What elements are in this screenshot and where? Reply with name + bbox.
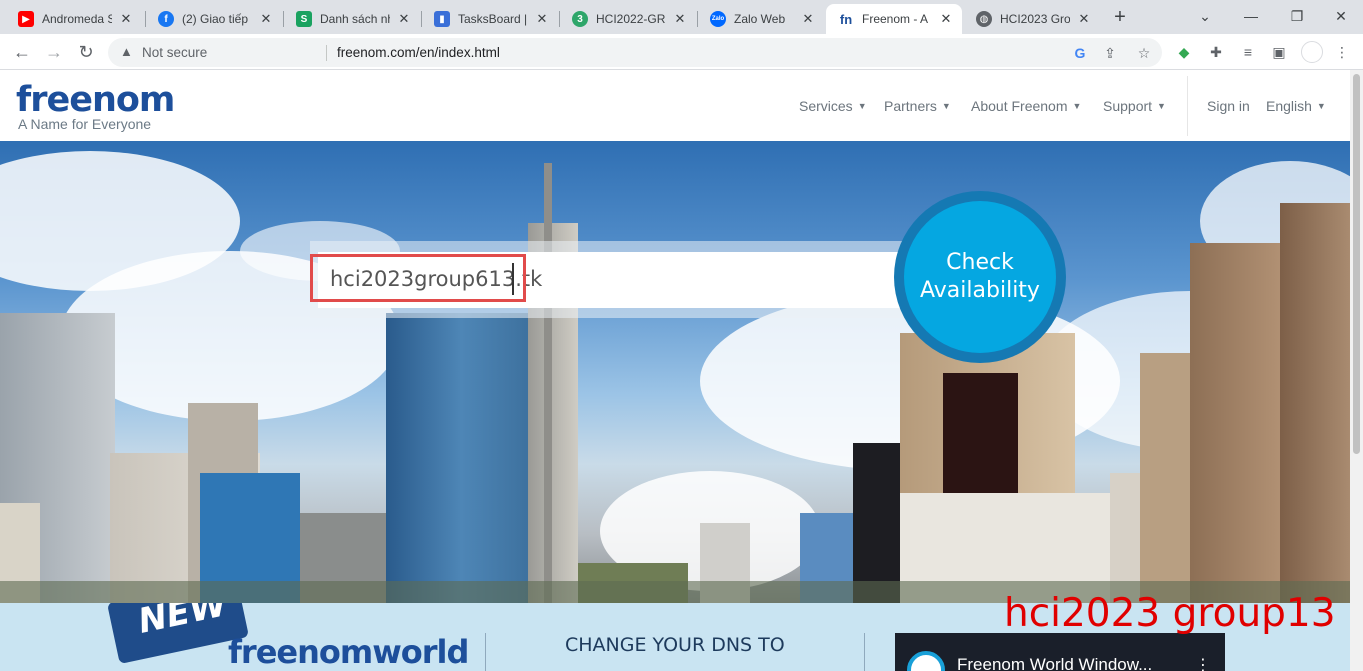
- sheets-icon: S: [296, 11, 312, 27]
- chevron-down-icon: ▼: [1157, 101, 1166, 111]
- numbered-3-icon: 3: [572, 11, 588, 27]
- nav-divider: [1187, 76, 1188, 136]
- extensions-puzzle-icon[interactable]: ✚: [1206, 42, 1226, 62]
- site-header: freenom A Name for Everyone Services ▼ Pa…: [0, 70, 1363, 141]
- tab-hci2022[interactable]: 3 HCI2022-GRC ✕: [560, 4, 696, 34]
- back-button[interactable]: ←: [9, 39, 35, 65]
- close-tab-icon[interactable]: ✕: [534, 11, 550, 27]
- address-separator: [326, 45, 327, 61]
- close-tab-icon[interactable]: ✕: [672, 11, 688, 27]
- tab-zalo[interactable]: Zalo Zalo Web ✕: [698, 4, 824, 34]
- video-embed[interactable]: Freenom World Window... ⋮: [895, 633, 1225, 671]
- close-tab-icon[interactable]: ✕: [258, 11, 274, 27]
- highlight-box: [310, 254, 526, 302]
- browser-toolbar: ← → ↻ ▲ Not secure freenom.com/en/index.…: [0, 34, 1363, 70]
- banner-divider: [485, 633, 486, 671]
- chrome-menu-icon[interactable]: ⋮: [1332, 42, 1352, 62]
- zalo-icon: Zalo: [710, 11, 726, 27]
- share-icon[interactable]: ⇪: [1100, 43, 1120, 63]
- google-lens-icon[interactable]: G: [1070, 43, 1090, 63]
- nav-about[interactable]: About Freenom ▼: [971, 98, 1081, 114]
- chevron-down-icon: ▼: [1316, 101, 1326, 111]
- extension-cube-icon[interactable]: ◆: [1174, 42, 1194, 62]
- tab-freenom-active[interactable]: fn Freenom - A ✕: [826, 4, 962, 34]
- nav-services[interactable]: Services ▼: [799, 98, 867, 114]
- close-tab-icon[interactable]: ✕: [938, 11, 954, 27]
- minimize-button[interactable]: —: [1236, 6, 1266, 26]
- building-decoration: [386, 313, 536, 603]
- tab-hci2023[interactable]: ◍ HCI2023 Gro ✕: [964, 4, 1100, 34]
- scrollbar-thumb[interactable]: [1353, 74, 1360, 454]
- check-availability-button[interactable]: Check Availability: [904, 201, 1056, 353]
- nav-partners[interactable]: Partners ▼: [884, 98, 951, 114]
- url-text[interactable]: freenom.com/en/index.html: [337, 45, 500, 60]
- profile-avatar[interactable]: [1301, 41, 1323, 63]
- tab-search-icon[interactable]: ⌄: [1190, 6, 1220, 26]
- globe-icon: ◍: [976, 11, 992, 27]
- banner-divider: [864, 633, 865, 671]
- play-icon[interactable]: [907, 651, 945, 671]
- tasksboard-icon: ▮: [434, 11, 450, 27]
- tab-strip: ▶ Andromeda S ✕ f (2) Giao tiếp ✕ S Danh…: [0, 0, 1363, 34]
- freenom-icon: fn: [839, 11, 853, 27]
- chevron-down-icon: ▼: [1072, 101, 1082, 111]
- new-tab-button[interactable]: +: [1108, 6, 1132, 30]
- close-tab-icon[interactable]: ✕: [118, 11, 134, 27]
- chevron-down-icon: ▼: [857, 101, 867, 111]
- warning-triangle-icon[interactable]: ▲: [120, 44, 133, 59]
- tab-youtube[interactable]: ▶ Andromeda S ✕: [6, 4, 142, 34]
- tab-facebook[interactable]: f (2) Giao tiếp ✕: [146, 4, 282, 34]
- building-decoration: [1280, 203, 1350, 603]
- close-tab-icon[interactable]: ✕: [800, 11, 816, 27]
- hero-section: hci2023group613.tk Check Availability: [0, 141, 1350, 603]
- close-window-button[interactable]: ✕: [1326, 6, 1356, 26]
- media-control-icon[interactable]: ≡: [1238, 42, 1258, 62]
- forward-button[interactable]: →: [41, 39, 67, 65]
- more-options-icon[interactable]: ⋮: [1195, 655, 1211, 671]
- tab-tasksboard[interactable]: ▮ TasksBoard | ✕: [422, 4, 558, 34]
- freenom-logo[interactable]: freenom: [16, 80, 175, 120]
- reload-button[interactable]: ↻: [73, 39, 99, 65]
- maximize-button[interactable]: ❐: [1282, 6, 1312, 26]
- security-label[interactable]: Not secure: [142, 45, 207, 60]
- overlay-caption: hci2023 group13: [1004, 591, 1336, 636]
- address-bar[interactable]: ▲ Not secure freenom.com/en/index.html G…: [108, 38, 1162, 67]
- site-tagline: A Name for Everyone: [18, 116, 152, 132]
- facebook-icon: f: [158, 11, 174, 27]
- dns-heading: CHANGE YOUR DNS TO: [565, 634, 785, 656]
- building-decoration: [544, 163, 552, 603]
- youtube-icon: ▶: [18, 11, 34, 27]
- bookmark-star-icon[interactable]: ☆: [1134, 43, 1154, 63]
- nav-signin[interactable]: Sign in: [1207, 98, 1250, 114]
- side-panel-icon[interactable]: ▣: [1269, 42, 1289, 62]
- tab-sheets[interactable]: S Danh sách nh ✕: [284, 4, 420, 34]
- close-tab-icon[interactable]: ✕: [396, 11, 412, 27]
- nav-support[interactable]: Support ▼: [1103, 98, 1166, 114]
- freenomworld-logo[interactable]: freenomworld: [228, 633, 469, 671]
- close-tab-icon[interactable]: ✕: [1076, 11, 1092, 27]
- nav-language[interactable]: English ▼: [1266, 98, 1326, 114]
- chevron-down-icon: ▼: [941, 101, 951, 111]
- video-title[interactable]: Freenom World Window...: [957, 655, 1152, 671]
